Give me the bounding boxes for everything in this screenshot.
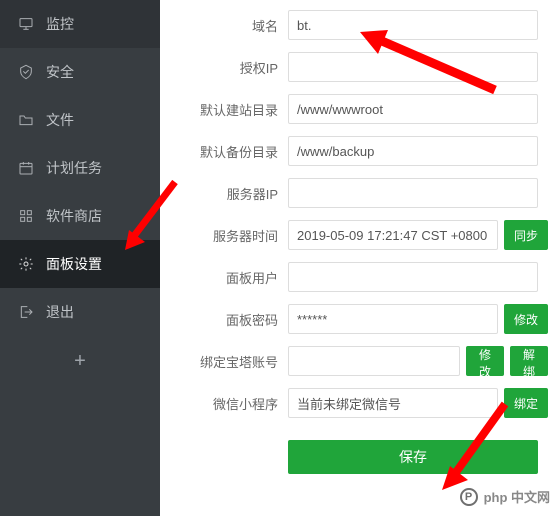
input-auth-ip[interactable] bbox=[288, 52, 538, 82]
sidebar-item-label: 退出 bbox=[46, 302, 74, 322]
label-auth-ip: 授权IP bbox=[160, 58, 288, 77]
watermark-text: php 中文网 bbox=[484, 487, 550, 506]
monitor-icon bbox=[18, 16, 34, 32]
label-bt-account: 绑定宝塔账号 bbox=[160, 352, 288, 371]
input-domain[interactable] bbox=[288, 10, 538, 40]
php-logo-icon: P bbox=[460, 488, 478, 506]
input-server-time[interactable] bbox=[288, 220, 498, 250]
button-bind-wechat[interactable]: 绑定 bbox=[504, 388, 548, 418]
exit-icon bbox=[18, 304, 34, 320]
input-server-ip[interactable] bbox=[288, 178, 538, 208]
label-backup-dir: 默认备份目录 bbox=[160, 142, 288, 161]
button-save[interactable]: 保存 bbox=[288, 440, 538, 474]
sidebar-item-logout[interactable]: 退出 bbox=[0, 288, 160, 336]
label-panel-user: 面板用户 bbox=[160, 268, 288, 287]
sidebar: 监控 安全 文件 计划任务 软件商店 面板设置 退出 + bbox=[0, 0, 160, 516]
button-sync-time[interactable]: 同步 bbox=[504, 220, 548, 250]
sidebar-item-files[interactable]: 文件 bbox=[0, 96, 160, 144]
gear-icon bbox=[18, 256, 34, 272]
sidebar-item-label: 安全 bbox=[46, 62, 74, 82]
label-panel-pass: 面板密码 bbox=[160, 310, 288, 329]
sidebar-item-label: 监控 bbox=[46, 14, 74, 34]
label-server-ip: 服务器IP bbox=[160, 184, 288, 203]
sidebar-item-security[interactable]: 安全 bbox=[0, 48, 160, 96]
label-server-time: 服务器时间 bbox=[160, 226, 288, 245]
folder-icon bbox=[18, 112, 34, 128]
sidebar-item-label: 文件 bbox=[46, 110, 74, 130]
label-domain: 域名 bbox=[160, 16, 288, 35]
input-site-dir[interactable] bbox=[288, 94, 538, 124]
apps-icon bbox=[18, 208, 34, 224]
sidebar-item-monitor[interactable]: 监控 bbox=[0, 0, 160, 48]
shield-icon bbox=[18, 64, 34, 80]
input-panel-pass[interactable] bbox=[288, 304, 498, 334]
calendar-icon bbox=[18, 160, 34, 176]
button-unbind-account[interactable]: 解绑 bbox=[510, 346, 548, 376]
watermark: P php 中文网 bbox=[460, 487, 550, 506]
sidebar-item-label: 面板设置 bbox=[46, 254, 102, 274]
button-change-password[interactable]: 修改 bbox=[504, 304, 548, 334]
sidebar-item-label: 计划任务 bbox=[46, 158, 102, 178]
main-form: 域名 授权IP 默认建站目录 默认备份目录 服务器IP 服务器时间 同步 bbox=[160, 0, 556, 516]
sidebar-item-label: 软件商店 bbox=[46, 206, 102, 226]
sidebar-item-cron[interactable]: 计划任务 bbox=[0, 144, 160, 192]
sidebar-item-panel-settings[interactable]: 面板设置 bbox=[0, 240, 160, 288]
button-change-account[interactable]: 修改 bbox=[466, 346, 504, 376]
sidebar-add-button[interactable]: + bbox=[0, 336, 160, 387]
input-wx-miniapp[interactable] bbox=[288, 388, 498, 418]
label-wx-miniapp: 微信小程序 bbox=[160, 394, 288, 413]
sidebar-item-software[interactable]: 软件商店 bbox=[0, 192, 160, 240]
input-bt-account[interactable] bbox=[288, 346, 460, 376]
input-panel-user[interactable] bbox=[288, 262, 538, 292]
label-site-dir: 默认建站目录 bbox=[160, 100, 288, 119]
input-backup-dir[interactable] bbox=[288, 136, 538, 166]
